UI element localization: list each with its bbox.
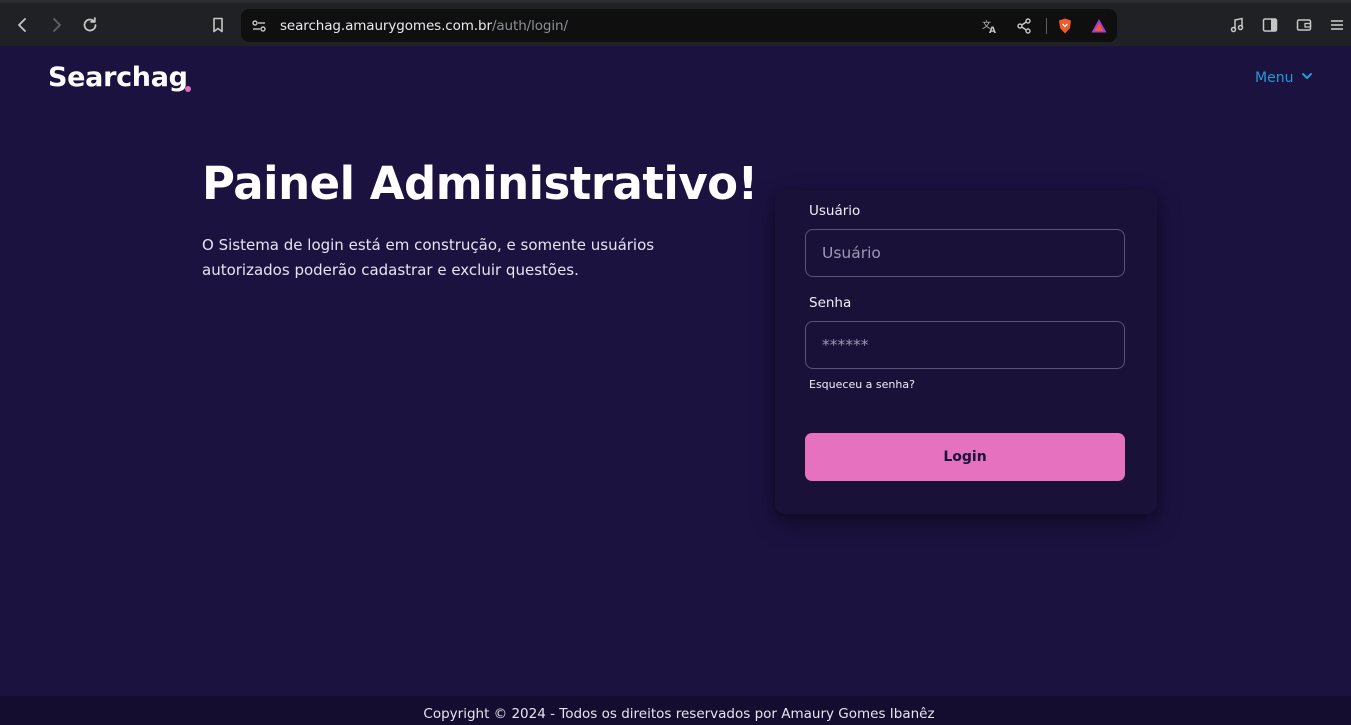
url-path: /auth/login/ [491, 18, 568, 34]
browser-toolbar: searchag.amaurygomes.com.br/auth/login/ … [0, 0, 1351, 46]
login-button[interactable]: Login [805, 433, 1125, 481]
chevron-down-icon [1301, 70, 1313, 86]
copyright-text: Copyright © 2024 - Todos os direitos res… [423, 705, 935, 722]
site-logo[interactable]: Searchag [48, 62, 188, 93]
media-icon[interactable] [1227, 15, 1247, 35]
url-text[interactable]: searchag.amaurygomes.com.br/auth/login/ [280, 18, 568, 34]
password-input[interactable] [805, 321, 1125, 369]
menu-label: Menu [1255, 70, 1294, 86]
bookmark-icon[interactable] [208, 15, 228, 35]
wallet-icon[interactable] [1294, 15, 1314, 35]
page-title: Painel Administrativo! [202, 157, 758, 210]
page-description: O Sistema de login está em construção, e… [202, 236, 655, 279]
brave-rewards-icon[interactable] [1090, 17, 1108, 35]
sidebar-icon[interactable] [1260, 15, 1280, 35]
back-icon[interactable] [13, 15, 33, 35]
menu-button[interactable]: Menu [1255, 70, 1313, 86]
footer: Copyright © 2024 - Todos os direitos res… [0, 696, 1351, 725]
url-divider [1046, 18, 1047, 34]
brave-shields-icon[interactable] [1056, 17, 1074, 35]
address-bar[interactable]: searchag.amaurygomes.com.br/auth/login/ … [241, 9, 1117, 42]
forward-icon[interactable] [46, 15, 66, 35]
share-icon[interactable] [1015, 17, 1033, 35]
username-input[interactable] [805, 229, 1125, 277]
logo-dot [185, 86, 191, 92]
url-domain: searchag.amaurygomes.com.br [280, 18, 492, 34]
reload-icon[interactable] [80, 15, 100, 35]
forgot-password-link[interactable]: Esqueceu a senha? [809, 378, 915, 391]
site-settings-icon[interactable] [250, 17, 268, 35]
username-label: Usuário [809, 203, 861, 219]
translate-icon[interactable]: 文A [981, 17, 999, 35]
menu-icon[interactable] [1327, 15, 1347, 35]
svg-text:A: A [989, 26, 996, 35]
password-label: Senha [809, 295, 852, 311]
